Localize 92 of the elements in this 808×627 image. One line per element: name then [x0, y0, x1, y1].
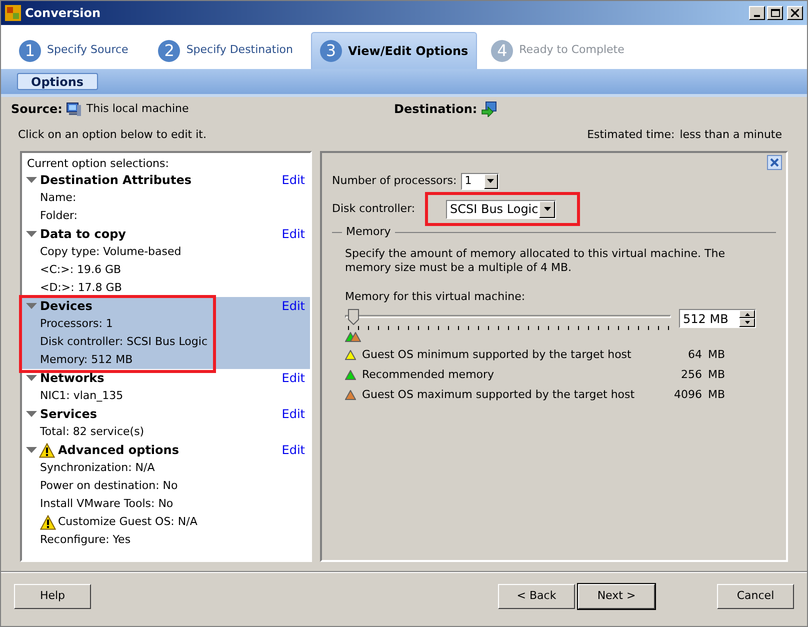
spin-up-icon[interactable]	[739, 310, 755, 318]
instruction-text: Click on an option below to edit it.	[18, 126, 206, 143]
caret-icon	[539, 200, 555, 218]
group-label: Memory	[346, 224, 391, 240]
source-value: This local machine	[86, 100, 189, 117]
option-value: Synchronization: N/A	[40, 460, 155, 476]
legend-unit: MB	[708, 386, 725, 403]
option-value: NIC1: vlan_135	[40, 388, 124, 404]
legend-label: Recommended memory	[362, 366, 494, 383]
option-value: Reconfigure: Yes	[40, 532, 131, 548]
source-label: Source:	[11, 101, 62, 118]
memory-spinner[interactable]: 512 MB	[679, 309, 756, 328]
legend-label: Guest OS maximum supported by the target host	[362, 386, 635, 403]
estimated-time-label: Estimated time:	[587, 126, 675, 143]
option-value: Customize Guest OS: N/A	[58, 514, 198, 530]
edit-link[interactable]: Edit	[282, 225, 305, 243]
legend-unit: MB	[708, 346, 725, 363]
option-value: Disk controller: SCSI Bus Logic	[40, 334, 208, 350]
edit-link[interactable]: Edit	[282, 405, 305, 423]
option-value: <D:>: 17.8 GB	[40, 280, 122, 296]
step-number: 1	[19, 40, 41, 62]
wizard-step-tab[interactable]: 3 View/Edit Options	[310, 32, 478, 69]
app-icon	[5, 5, 21, 21]
section-group[interactable]: Networks Edit NIC1: vlan_135	[22, 369, 310, 405]
option-value: Install VMware Tools: No	[40, 496, 174, 512]
option-value: Memory: 512 MB	[40, 352, 133, 368]
section-title: Data to copy	[40, 226, 126, 243]
collapse-arrow-icon[interactable]	[26, 230, 37, 238]
section-title: Destination Attributes	[40, 172, 192, 189]
dialog-button[interactable]: Cancel	[717, 584, 794, 609]
close-button[interactable]	[787, 6, 803, 20]
minimize-icon	[754, 15, 760, 17]
close-panel-button[interactable]	[767, 155, 782, 170]
wizard-step-tab[interactable]: 2 Specify Destination	[150, 32, 301, 69]
destination-icon	[481, 101, 498, 117]
wizard-step-tab[interactable]: 1 Specify Source	[11, 32, 136, 69]
section-group[interactable]: Data to copy Edit Copy type: Volume-based <C:>: 19.6 GB <D:>: 17.8 GB	[22, 225, 310, 297]
maximize-button[interactable]	[767, 6, 783, 20]
caret-icon	[484, 174, 498, 188]
memory-description: Specify the amount of memory allocated to this virtual machine. The memory size must be a multiple of 4 MB.	[345, 246, 726, 274]
close-icon	[770, 158, 779, 167]
option-value: Folder:	[40, 208, 78, 224]
option-value: Name:	[40, 190, 76, 206]
option-value: Processors: 1	[40, 316, 113, 332]
dialog-button[interactable]: < Back	[498, 584, 575, 609]
computer-icon	[66, 102, 82, 116]
collapse-arrow-icon[interactable]	[26, 302, 37, 310]
slider-label: Memory for this virtual machine:	[345, 288, 526, 304]
option-value: Power on destination: No	[40, 478, 178, 494]
collapse-arrow-icon[interactable]	[26, 446, 37, 454]
processors-label: Number of processors:	[332, 172, 457, 189]
option-value: Total: 82 service(s)	[40, 424, 144, 440]
step-number: 3	[320, 40, 342, 62]
edit-link[interactable]: Edit	[282, 369, 305, 387]
close-icon	[791, 9, 799, 17]
section-group[interactable]: Advanced options Edit Synchronization: N/A Power on destination: No Install VMware Tools: No Customize Guest OS: N/A Reconfigure: Yes	[22, 441, 310, 549]
maximize-icon	[770, 9, 780, 17]
section-title: Networks	[40, 370, 104, 387]
step-number: 2	[158, 40, 180, 62]
disk-controller-label: Disk controller:	[332, 200, 416, 217]
collapse-arrow-icon[interactable]	[26, 410, 37, 418]
legend-amount: 256	[680, 366, 702, 383]
spin-down-icon[interactable]	[739, 318, 755, 327]
legend-amount: 64	[688, 346, 702, 363]
step-number: 4	[491, 40, 514, 62]
dialog-button[interactable]: Next >	[578, 584, 655, 609]
section-group[interactable]: Destination Attributes Edit Name: Folder:	[22, 171, 310, 225]
slider-thumb[interactable]	[348, 309, 360, 325]
options-tab[interactable]: Options	[17, 73, 98, 90]
dialog-button[interactable]: Help	[14, 584, 91, 609]
section-title: Devices	[40, 298, 92, 315]
processors-dropdown[interactable]: 1	[460, 172, 499, 190]
disk-controller-dropdown[interactable]: SCSI Bus Logic	[446, 200, 556, 218]
edit-link[interactable]: Edit	[282, 441, 305, 459]
section-group[interactable]: Services Edit Total: 82 service(s)	[22, 405, 310, 441]
option-value: Copy type: Volume-based	[40, 244, 182, 260]
memory-slider[interactable]	[345, 309, 671, 325]
edit-link[interactable]: Edit	[282, 297, 305, 315]
estimated-time-value: less than a minute	[680, 126, 782, 143]
option-value: <C:>: 19.6 GB	[40, 262, 122, 278]
section-title: Advanced options	[58, 442, 179, 459]
section-title: Services	[40, 406, 98, 423]
legend-unit: MB	[708, 366, 725, 383]
minimize-button[interactable]	[749, 6, 765, 20]
window-title: Conversion	[25, 5, 101, 22]
legend-amount: 4096	[674, 386, 702, 403]
edit-link[interactable]: Edit	[282, 171, 305, 189]
collapse-arrow-icon[interactable]	[26, 374, 37, 382]
panel-heading: Current option selections:	[26, 156, 170, 171]
destination-label: Destination:	[394, 101, 478, 118]
collapse-arrow-icon[interactable]	[26, 176, 37, 184]
legend-label: Guest OS minimum supported by the target host	[362, 346, 632, 363]
